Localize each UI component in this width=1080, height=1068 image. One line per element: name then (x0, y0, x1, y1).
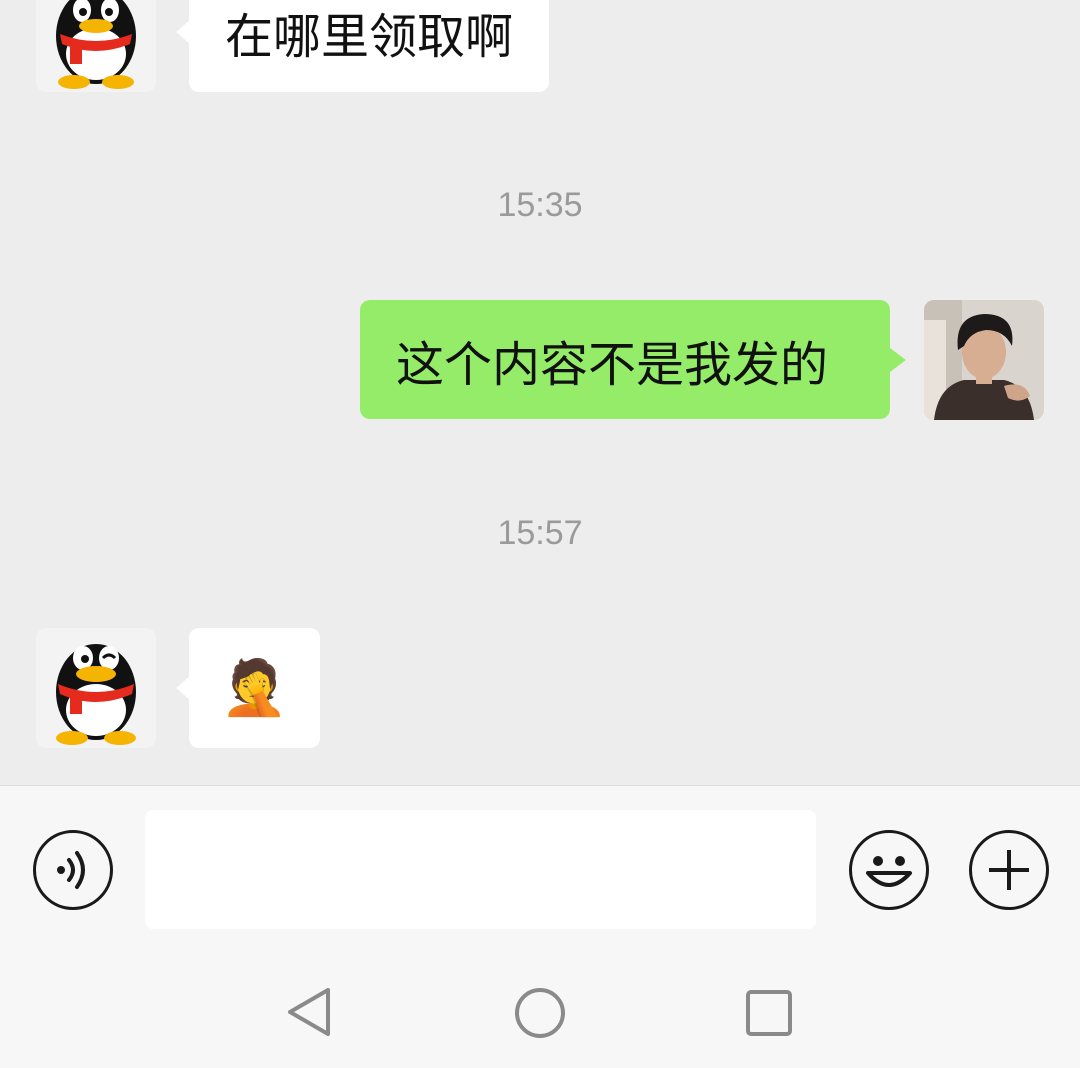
message-bubble-incoming[interactable]: 在哪里领取啊 (189, 0, 550, 92)
voice-button[interactable] (33, 830, 113, 910)
penguin-avatar-icon (36, 0, 156, 92)
message-bubble-outgoing[interactable]: 这个内容不是我发的 (360, 300, 890, 419)
emoji-icon (866, 856, 912, 887)
system-nav-bar (0, 946, 1080, 1068)
message-input[interactable] (145, 810, 816, 929)
bubble-tail (176, 20, 190, 44)
message-text: 在哪里领取啊 (225, 9, 514, 65)
user-photo-avatar-icon (924, 300, 1044, 420)
message-bubble-incoming[interactable]: 🤦 (189, 628, 320, 748)
my-avatar[interactable] (924, 300, 1044, 420)
bubble-tail (176, 676, 190, 700)
plus-icon (989, 850, 1029, 890)
message-text: 这个内容不是我发的 (396, 336, 829, 393)
chat-area[interactable]: 在哪里领取啊 15:35 这个内容不是我发的 15:57 🤦 (0, 0, 1080, 785)
facepalm-emoji-icon: 🤦 (220, 656, 289, 719)
emoji-button[interactable] (849, 830, 929, 910)
bubble-tail (890, 348, 906, 372)
voice-icon (57, 851, 85, 889)
message-timestamp: 15:57 (497, 514, 583, 552)
penguin-avatar-icon (36, 628, 156, 748)
input-toolbar (0, 785, 1080, 946)
more-button[interactable] (969, 830, 1049, 910)
contact-avatar[interactable] (36, 0, 156, 92)
back-triangle-icon[interactable] (284, 986, 334, 1038)
contact-avatar[interactable] (36, 628, 156, 748)
home-circle-icon[interactable] (513, 986, 567, 1040)
message-timestamp: 15:35 (497, 186, 583, 224)
recents-square-icon[interactable] (744, 988, 794, 1038)
